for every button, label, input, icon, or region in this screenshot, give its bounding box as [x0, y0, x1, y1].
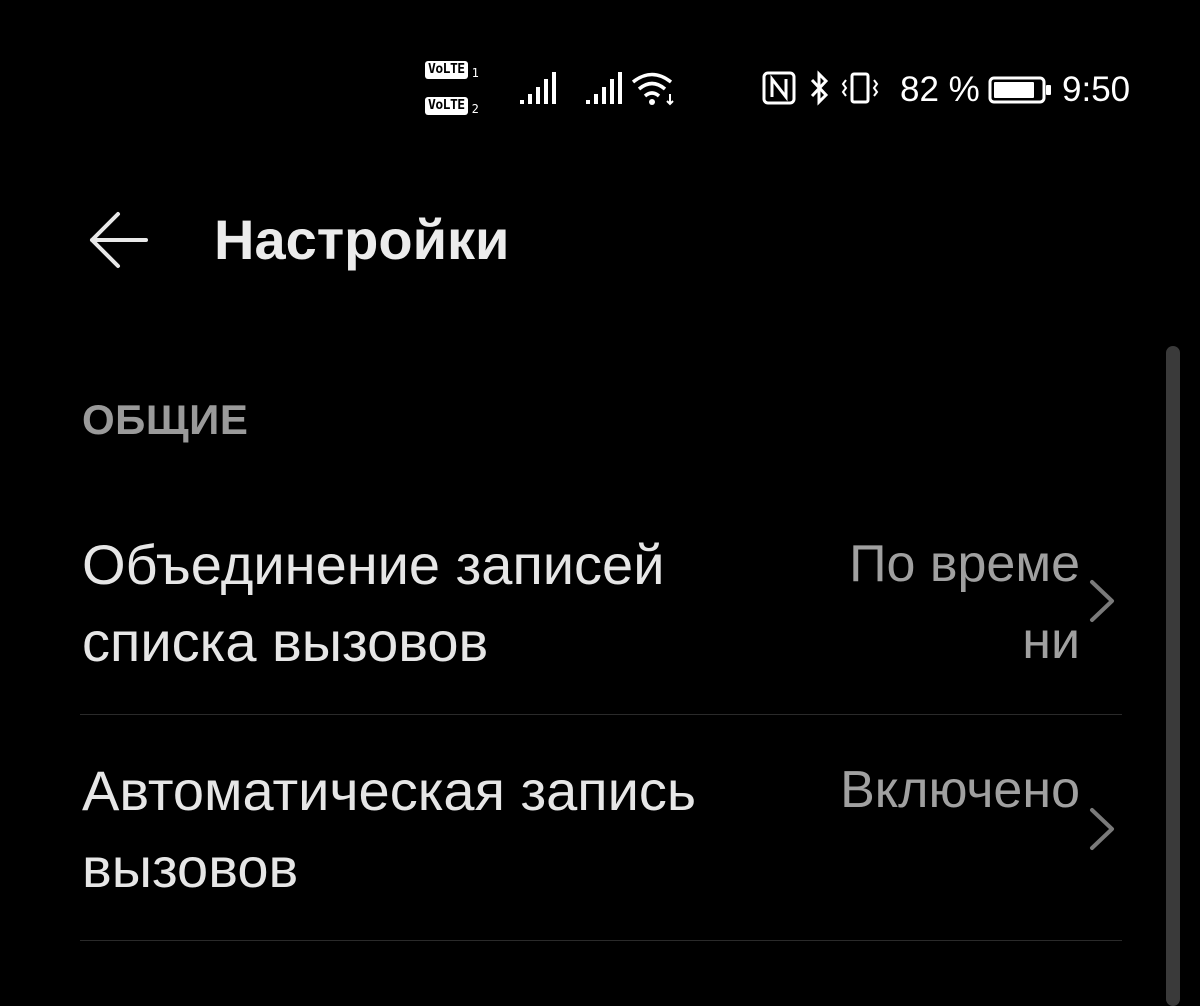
sim-number: 2 [471, 102, 479, 116]
volte-sim1: VoLTE 1 [425, 60, 479, 80]
volte-indicators: VoLTE 1 VoLTE 2 [425, 60, 491, 120]
section-header: ОБЩИЕ [82, 396, 249, 443]
scrollbar[interactable] [1166, 346, 1180, 1006]
item-title: Объединение записей списка вызовов [82, 533, 665, 673]
list-item-auto-call-recording[interactable]: Автоматическая запись вызовов Включено [80, 752, 1122, 912]
signal-sim2-icon [586, 72, 622, 104]
chevron-right-icon [1090, 808, 1114, 850]
volte-badge: VoLTE [425, 61, 468, 79]
status-bar: VoLTE 1 VoLTE 2 82 % 9:50 [0, 0, 1200, 150]
vibrate-icon [841, 72, 879, 104]
app-bar: Настройки [0, 180, 1200, 300]
battery-percent: 82 % [900, 70, 980, 109]
chevron-right-icon [1090, 580, 1114, 622]
item-title: Автоматическая запись вызовов [82, 759, 697, 899]
sim-number: 1 [471, 66, 479, 80]
battery-icon [988, 76, 1051, 104]
divider [80, 940, 1122, 941]
signal-sim1-icon [520, 72, 556, 104]
wifi-icon [631, 72, 674, 106]
bluetooth-icon [810, 70, 829, 106]
page-title: Настройки [214, 208, 510, 271]
item-value: Включено [840, 761, 1080, 819]
list-item-merge-call-log[interactable]: Объединение записей списка вызовов По вр… [80, 526, 1122, 686]
volte-sim2: VoLTE 2 [425, 96, 479, 116]
volte-badge: VoLTE [425, 97, 468, 115]
divider [80, 714, 1122, 715]
item-value: По времени [849, 535, 1080, 670]
back-button[interactable] [78, 200, 158, 280]
clock: 9:50 [1062, 70, 1131, 109]
arrow-left-icon [90, 212, 148, 268]
nfc-icon [762, 71, 796, 105]
status-icons-group [762, 70, 879, 106]
